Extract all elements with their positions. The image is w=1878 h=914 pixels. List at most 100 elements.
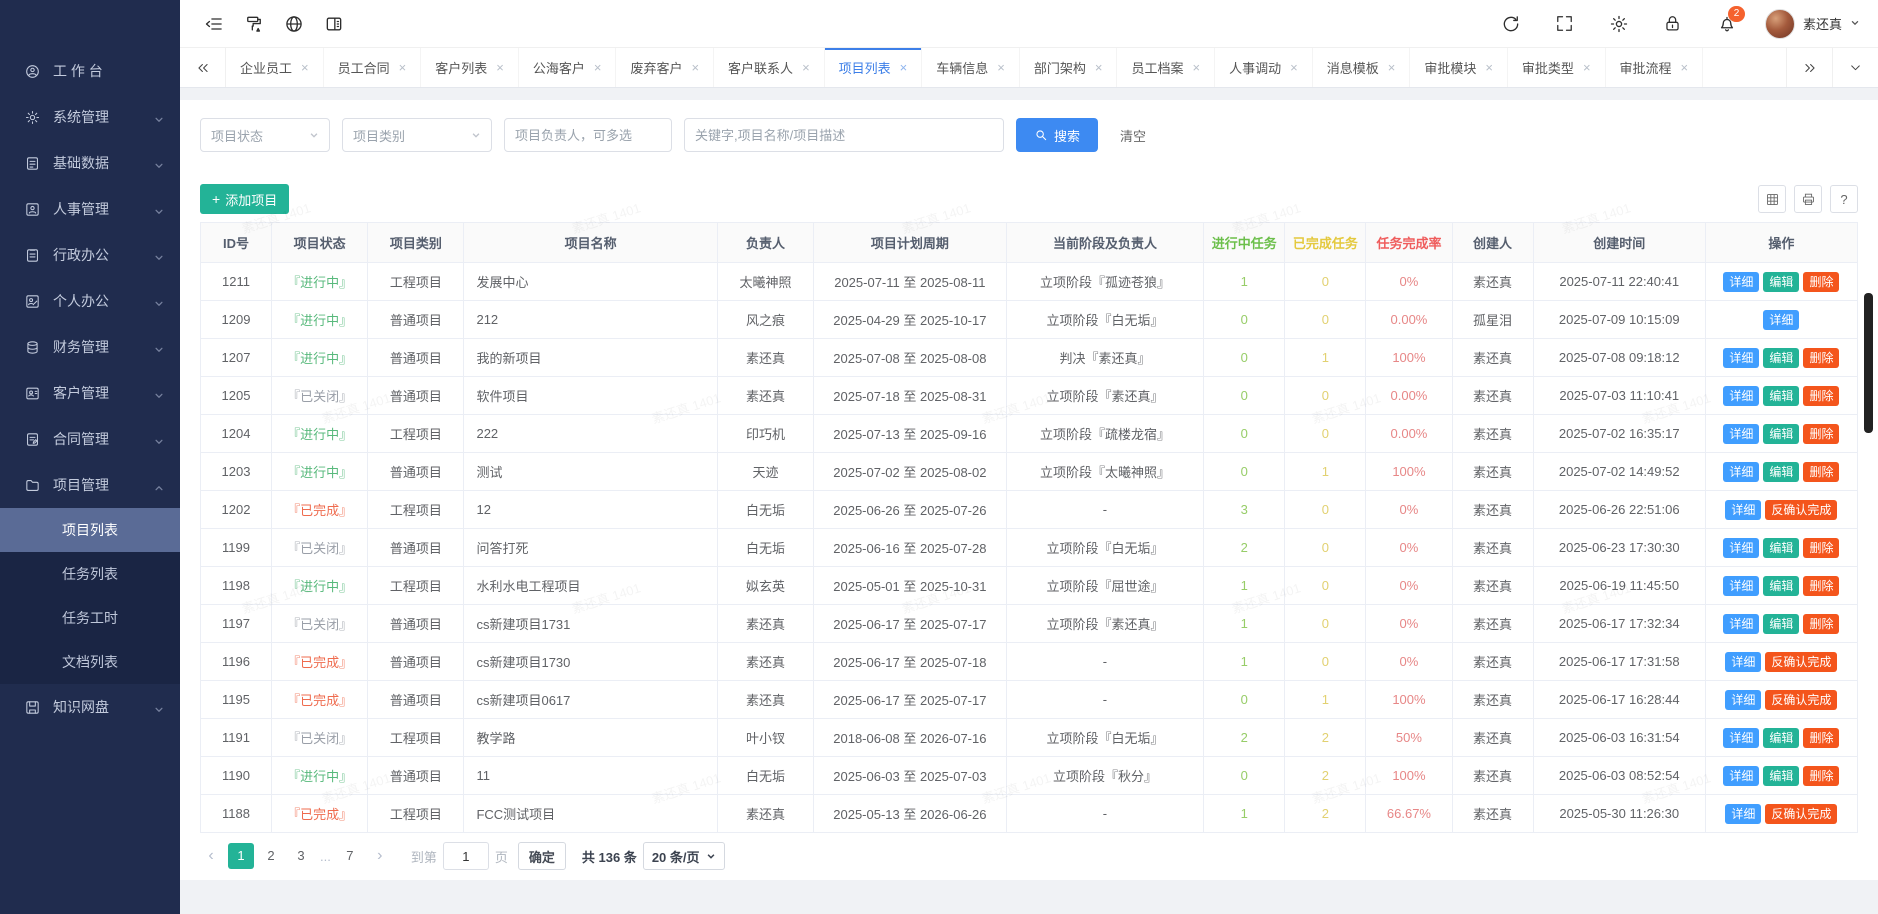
tabs-dropdown-button[interactable] [1832,48,1878,87]
tab-item[interactable]: 人事调动× [1215,48,1313,87]
tab-close-icon[interactable]: × [594,60,602,75]
goto-page-input[interactable] [443,842,489,870]
tab-close-icon[interactable]: × [399,60,407,75]
detail-button[interactable]: 详细 [1725,652,1761,672]
sidebar-item-customer[interactable]: 客户管理 [0,370,180,416]
layout-columns-button[interactable] [314,8,354,40]
detail-button[interactable]: 详细 [1725,500,1761,520]
delete-button[interactable]: 删除 [1803,462,1839,482]
tab-item[interactable]: 审批流程× [1606,48,1704,87]
project-category-select[interactable]: 项目类别 [342,118,492,152]
goto-confirm-button[interactable]: 确定 [518,842,566,870]
tab-item[interactable]: 客户列表× [421,48,519,87]
tab-item[interactable]: 客户联系人× [714,48,825,87]
sidebar-item-admin-office[interactable]: 行政办公 [0,232,180,278]
globe-icon[interactable] [274,8,314,40]
sidebar-item-hr[interactable]: 人事管理 [0,186,180,232]
delete-button[interactable]: 删除 [1803,576,1839,596]
sidebar-item-contract[interactable]: 合同管理 [0,416,180,462]
sidebar-item-task-hours[interactable]: 任务工时 [0,596,180,640]
refresh-button[interactable] [1491,8,1531,40]
detail-button[interactable]: 详细 [1723,538,1759,558]
tab-item[interactable]: 废弃客户× [616,48,714,87]
delete-button[interactable]: 删除 [1803,538,1839,558]
tab-close-icon[interactable]: × [997,60,1005,75]
unconfirm-button[interactable]: 反确认完成 [1765,804,1837,824]
sidebar-item-base-data[interactable]: 基础数据 [0,140,180,186]
settings-gear-button[interactable] [1599,8,1639,40]
tab-item[interactable]: 员工档案× [1117,48,1215,87]
sidebar-item-finance[interactable]: 财务管理 [0,324,180,370]
tab-close-icon[interactable]: × [900,60,908,75]
notifications-bell-button[interactable]: 2 [1707,8,1747,40]
tab-close-icon[interactable]: × [691,60,699,75]
sidebar-item-personal-office[interactable]: 个人办公 [0,278,180,324]
tab-active[interactable]: 项目列表× [825,48,923,87]
tab-item[interactable]: 审批类型× [1508,48,1606,87]
tab-close-icon[interactable]: × [1681,60,1689,75]
delete-button[interactable]: 删除 [1803,728,1839,748]
tab-item[interactable]: 消息模板× [1313,48,1411,87]
edit-button[interactable]: 编辑 [1763,424,1799,444]
detail-button[interactable]: 详细 [1723,462,1759,482]
page-number[interactable]: 1 [228,843,254,869]
edit-button[interactable]: 编辑 [1763,576,1799,596]
delete-button[interactable]: 删除 [1803,348,1839,368]
add-project-button[interactable]: + 添加项目 [200,184,289,214]
help-button[interactable]: ? [1830,185,1858,213]
clear-filters-button[interactable]: 清空 [1120,126,1146,145]
unconfirm-button[interactable]: 反确认完成 [1765,500,1837,520]
detail-button[interactable]: 详细 [1723,614,1759,634]
tab-close-icon[interactable]: × [1095,60,1103,75]
vertical-scrollbar-thumb[interactable] [1864,293,1873,433]
prev-page-button[interactable]: ‹ [200,847,222,865]
tab-item[interactable]: 车辆信息× [922,48,1020,87]
detail-button[interactable]: 详细 [1725,690,1761,710]
project-status-select[interactable]: 项目状态 [200,118,330,152]
sidebar-item-task-list[interactable]: 任务列表 [0,552,180,596]
page-size-select[interactable]: 20 条/页 [643,842,725,870]
page-number[interactable]: 3 [288,843,314,869]
fullscreen-button[interactable] [1545,8,1585,40]
detail-button[interactable]: 详细 [1723,576,1759,596]
keyword-input[interactable] [684,118,1004,152]
detail-button[interactable]: 详细 [1723,348,1759,368]
tab-item[interactable]: 部门架构× [1020,48,1118,87]
detail-button[interactable]: 详细 [1723,766,1759,786]
delete-button[interactable]: 删除 [1803,386,1839,406]
collapse-menu-button[interactable] [194,8,234,40]
sidebar-item-workbench[interactable]: 工 作 台 [0,48,180,94]
tab-close-icon[interactable]: × [802,60,810,75]
lock-button[interactable] [1653,8,1693,40]
detail-button[interactable]: 详细 [1763,310,1799,330]
column-settings-button[interactable] [1758,185,1786,213]
edit-button[interactable]: 编辑 [1763,272,1799,292]
tabs-scroll-left-button[interactable] [180,48,226,87]
tab-close-icon[interactable]: × [1485,60,1493,75]
detail-button[interactable]: 详细 [1725,804,1761,824]
sidebar-item-knowledge[interactable]: 知识网盘 [0,684,180,730]
detail-button[interactable]: 详细 [1723,728,1759,748]
tabs-scroll-right-button[interactable] [1786,48,1832,87]
edit-button[interactable]: 编辑 [1763,538,1799,558]
owner-input[interactable] [504,118,672,152]
sidebar-item-doc-list[interactable]: 文档列表 [0,640,180,684]
detail-button[interactable]: 详细 [1723,272,1759,292]
page-number[interactable]: 2 [258,843,284,869]
delete-button[interactable]: 删除 [1803,272,1839,292]
next-page-button[interactable]: › [369,847,391,865]
unconfirm-button[interactable]: 反确认完成 [1765,652,1837,672]
edit-button[interactable]: 编辑 [1763,614,1799,634]
user-menu[interactable]: 素还真 [1765,9,1860,39]
page-number[interactable]: 7 [337,843,363,869]
sidebar-item-system[interactable]: 系统管理 [0,94,180,140]
tab-close-icon[interactable]: × [1290,60,1298,75]
search-button[interactable]: 搜索 [1016,118,1098,152]
tab-item[interactable]: 审批模块× [1410,48,1508,87]
detail-button[interactable]: 详细 [1723,386,1759,406]
tab-item[interactable]: 企业员工× [226,48,324,87]
edit-button[interactable]: 编辑 [1763,386,1799,406]
delete-button[interactable]: 删除 [1803,614,1839,634]
print-button[interactable] [1794,185,1822,213]
detail-button[interactable]: 详细 [1723,424,1759,444]
